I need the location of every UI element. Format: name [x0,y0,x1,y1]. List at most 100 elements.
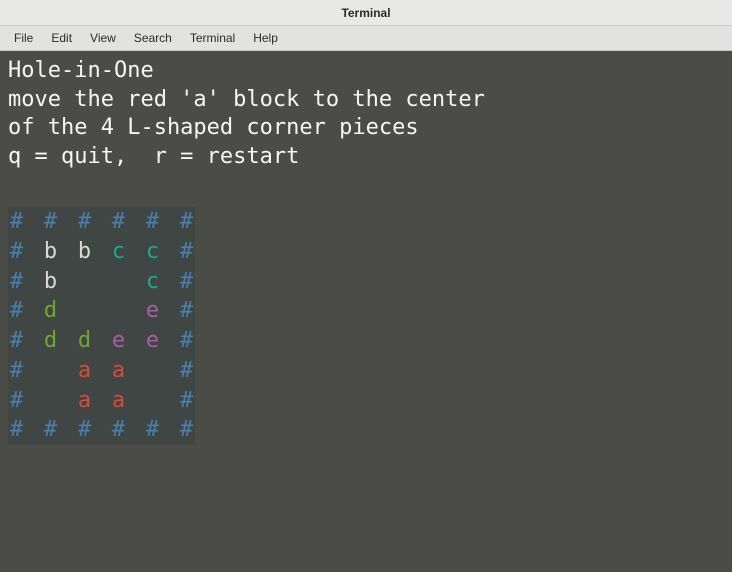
board-cell: # [8,386,25,416]
board-cell [42,386,59,416]
board-cell [144,386,161,416]
menu-view[interactable]: View [82,28,124,48]
board-cell: # [8,296,25,326]
menubar: File Edit View Search Terminal Help [0,26,732,51]
board-cell: # [178,237,195,267]
menu-edit[interactable]: Edit [43,28,80,48]
board-row: # d e # [8,296,195,326]
board-gap [93,326,110,356]
board-gap [25,267,42,297]
board-gap [59,237,76,267]
board-gap [59,386,76,416]
board-gap [161,237,178,267]
board-cell: # [76,207,93,237]
board-cell: d [42,326,59,356]
board-gap [25,415,42,445]
board-gap [93,267,110,297]
board-gap [93,415,110,445]
board-cell: # [42,207,59,237]
board-row: # # # # # # [8,415,195,445]
board-cell: # [8,237,25,267]
board-cell: # [178,267,195,297]
board-cell: # [110,207,127,237]
game-board: # # # # # ## b b c c ## b c ## d e ## d … [8,207,195,445]
board-cell: c [110,237,127,267]
board-gap [127,386,144,416]
board-gap [25,237,42,267]
board-cell: # [110,415,127,445]
board-row: # a a # [8,386,195,416]
board-gap [59,356,76,386]
board-gap [161,326,178,356]
board-cell: # [178,296,195,326]
menu-search[interactable]: Search [126,28,180,48]
board-cell [110,267,127,297]
board-cell [110,296,127,326]
board-gap [93,386,110,416]
board-gap [59,415,76,445]
board-cell: c [144,237,161,267]
board-row: # b b c c # [8,237,195,267]
window-titlebar: Terminal [0,0,732,26]
board-gap [25,356,42,386]
board-cell: # [178,386,195,416]
board-cell: a [76,386,93,416]
menu-terminal[interactable]: Terminal [182,28,243,48]
board-cell: e [110,326,127,356]
board-cell: # [8,356,25,386]
window-title: Terminal [341,6,390,20]
board-cell [144,356,161,386]
board-gap [25,326,42,356]
board-row: # a a # [8,356,195,386]
board-gap [59,267,76,297]
board-cell: # [144,415,161,445]
board-cell: # [178,207,195,237]
board-cell [42,356,59,386]
board-cell: # [8,267,25,297]
board-cell: b [76,237,93,267]
board-gap [25,207,42,237]
board-cell: # [178,326,195,356]
board-gap [93,237,110,267]
game-controls: q = quit, r = restart [8,143,724,172]
board-cell: a [110,386,127,416]
board-cell: # [42,415,59,445]
board-gap [59,296,76,326]
board-gap [127,237,144,267]
board-cell: a [76,356,93,386]
board-gap [25,296,42,326]
board-gap [161,415,178,445]
menu-help[interactable]: Help [245,28,286,48]
menu-file[interactable]: File [6,28,41,48]
board-gap [127,326,144,356]
board-cell: # [8,207,25,237]
board-cell: b [42,267,59,297]
board-cell: # [178,356,195,386]
board-row: # b c # [8,267,195,297]
board-gap [93,356,110,386]
game-board-wrap: # # # # # ## b b c c ## b c ## d e ## d … [8,207,195,445]
board-gap [93,296,110,326]
board-gap [127,356,144,386]
board-gap [127,296,144,326]
board-gap [161,207,178,237]
terminal-area[interactable]: Hole-in-One move the red 'a' block to th… [0,51,732,572]
board-cell: a [110,356,127,386]
board-cell: # [144,207,161,237]
board-gap [59,326,76,356]
board-cell [76,267,93,297]
board-gap [161,296,178,326]
board-gap [93,207,110,237]
board-cell: c [144,267,161,297]
board-cell: d [76,326,93,356]
game-instructions-2: of the 4 L-shaped corner pieces [8,114,724,143]
board-gap [59,207,76,237]
board-cell: # [8,326,25,356]
game-title: Hole-in-One [8,57,724,86]
board-cell: b [42,237,59,267]
board-gap [161,386,178,416]
board-row: # # # # # # [8,207,195,237]
board-row: # d d e e # [8,326,195,356]
board-gap [161,356,178,386]
board-cell: # [76,415,93,445]
